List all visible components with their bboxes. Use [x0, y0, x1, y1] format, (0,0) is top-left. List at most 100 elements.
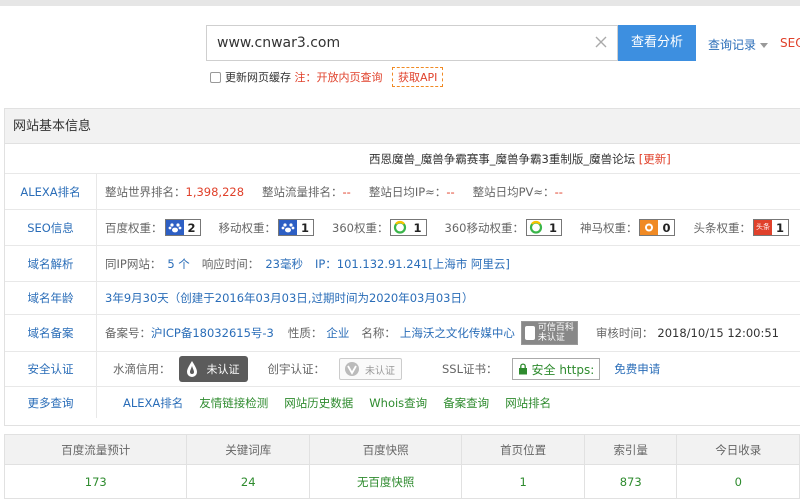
icp-label[interactable]: 域名备案 — [5, 315, 97, 351]
world-rank-value: 1,398,228 — [185, 184, 245, 199]
more-link-icp[interactable]: 备案查询 — [443, 395, 489, 411]
ip-label: IP： — [314, 256, 337, 271]
stats-header-row: 百度流量预计 关键词库 百度快照 首页位置 索引量 今日收录 — [3, 434, 800, 465]
toutiao-weight-label: 头条权重： — [693, 220, 751, 235]
kexin-baike-badge[interactable]: 可信百科 未认证 — [520, 321, 578, 345]
s360-mobile-weight-label: 360移动权重： — [444, 220, 524, 235]
search-input[interactable] — [207, 26, 587, 60]
more-link-whois[interactable]: Whois查询 — [369, 395, 427, 411]
shuidi-credit-value: 未认证 — [206, 363, 240, 376]
same-ip-value[interactable]: 5 个 — [167, 256, 189, 272]
mobile-weight-label: 移动权重： — [218, 220, 277, 235]
stats-value[interactable]: 0 — [676, 464, 800, 499]
response-time-value: 23毫秒 — [265, 256, 303, 271]
shenma-weight-badge[interactable]: 0 — [639, 219, 676, 236]
site-info-panel: 网站基本信息 西恩魔兽_魔兽争霸赛事_魔兽争霸3重制版_魔兽论坛 [更新] AL… — [4, 108, 800, 426]
security-label[interactable]: 安全认证 — [5, 352, 97, 386]
chuangyu-v-icon — [345, 362, 359, 376]
seo-row: SEO信息 百度权重： 2 移动权重： 1 360权重： 1 360移动权重： — [5, 210, 800, 246]
s360-mobile-weight-value: 1 — [548, 220, 557, 235]
icp-audit-label: 审核时间： — [595, 326, 654, 340]
more-query-label[interactable]: 更多查询 — [5, 387, 97, 418]
baidu-weight-badge[interactable]: 2 — [164, 219, 201, 236]
ssl-badge[interactable]: 安全 https: — [511, 358, 601, 380]
refresh-cache-label: 更新网页缓存 — [225, 71, 291, 84]
stats-value[interactable]: 无百度快照 — [308, 464, 463, 499]
traffic-rank-label: 整站流量排名： — [262, 184, 343, 199]
kexin-baike-top: 可信百科 — [537, 323, 574, 333]
refresh-cache-checkbox[interactable] — [210, 71, 221, 83]
dns-label[interactable]: 域名解析 — [5, 246, 97, 281]
water-drop-icon — [186, 361, 197, 377]
toutiao-logo-icon: 头条 — [753, 220, 772, 235]
toutiao-weight-value: 1 — [775, 220, 784, 235]
ssl-label: SSL证书： — [442, 362, 498, 376]
more-link-friend-links[interactable]: 友情链接检测 — [199, 395, 268, 411]
stats-header: 索引量 — [583, 434, 678, 465]
mobile-weight-badge[interactable]: 1 — [278, 219, 315, 236]
stats-header: 关键词库 — [186, 434, 310, 465]
stats-value[interactable]: 1 — [461, 464, 585, 499]
baidu-weight-value: 2 — [187, 220, 196, 235]
kexin-baike-bottom: 未认证 — [537, 333, 565, 343]
site-title-row: 西恩魔兽_魔兽争霸赛事_魔兽争霸3重制版_魔兽论坛 [更新] — [5, 144, 800, 174]
baidu-mobile-paw-icon — [279, 220, 298, 235]
seo-link[interactable]: SEO — [780, 36, 800, 50]
more-link-alexa[interactable]: ALEXA排名 — [123, 395, 183, 411]
chuangyu-value: 未认证 — [365, 365, 395, 377]
chuangyu-label: 创宇认证： — [267, 362, 326, 376]
stats-table: 百度流量预计 关键词库 百度快照 首页位置 索引量 今日收录 173 24 无百… — [3, 434, 800, 499]
inner-page-note[interactable]: 注：开放内页查询 — [295, 71, 383, 84]
same-ip-label: 同IP网站： — [105, 256, 162, 271]
icp-audit-value: 2018/10/15 12:00:51 — [657, 326, 779, 340]
ssl-value: 安全 https: — [531, 362, 595, 377]
s360-weight-value: 1 — [413, 220, 422, 235]
stats-value[interactable]: 873 — [583, 464, 678, 499]
traffic-rank-value: -- — [342, 184, 351, 199]
stats-header: 百度流量预计 — [3, 434, 188, 465]
s360-weight-label: 360权重： — [332, 220, 389, 235]
icp-no-value[interactable]: 沪ICP备18032615号-3 — [151, 325, 274, 341]
shuidi-credit-label: 水滴信用： — [113, 362, 171, 376]
get-api-button[interactable]: 获取API — [392, 67, 444, 87]
more-link-site-rank[interactable]: 网站排名 — [505, 395, 551, 411]
update-link[interactable]: [更新] — [639, 152, 671, 166]
shuidi-credit-badge[interactable]: 未认证 — [178, 356, 248, 382]
history-label: 查询记录 — [708, 38, 757, 52]
kexin-logo-icon — [524, 326, 535, 340]
stats-value[interactable]: 173 — [3, 464, 188, 499]
free-apply-link[interactable]: 免费申请 — [614, 361, 660, 377]
shenma-logo-icon — [640, 220, 659, 235]
query-history-link[interactable]: 查询记录 — [708, 36, 769, 53]
ip-value[interactable]: 101.132.91.241[上海市 阿里云] — [337, 256, 510, 272]
caret-down-icon — [760, 43, 769, 48]
chuangyu-badge[interactable]: 未认证 — [339, 358, 402, 380]
more-link-history[interactable]: 网站历史数据 — [284, 395, 353, 411]
stats-header: 今日收录 — [676, 434, 800, 465]
domain-age-value: 3年9月30天（创建于2016年03月03日,过期时间为2020年03月03日） — [105, 291, 474, 305]
more-query-row: 更多查询 ALEXA排名 友情链接检测 网站历史数据 Whois查询 备案查询 … — [5, 387, 800, 418]
360-logo-icon — [391, 220, 410, 235]
icp-name-value: 上海沃之文化传媒中心 — [399, 326, 515, 340]
s360-weight-badge[interactable]: 1 — [390, 219, 427, 236]
mobile-weight-value: 1 — [301, 220, 310, 235]
stats-value[interactable]: 24 — [186, 464, 310, 499]
search-box — [206, 25, 618, 61]
alexa-label[interactable]: ALEXA排名 — [5, 174, 97, 209]
search-button[interactable]: 查看分析 — [618, 25, 696, 61]
dns-row: 域名解析 同IP网站： 5 个 响应时间： 23毫秒 IP： 101.132.91.2… — [5, 246, 800, 282]
lock-icon — [518, 363, 527, 375]
security-row: 安全认证 水滴信用： 未认证 创宇认证： 未认证 SSL证书： 安全 https… — [5, 352, 800, 387]
daily-pv-label: 整站日均PV≈： — [472, 184, 555, 199]
domain-age-label[interactable]: 域名年龄 — [5, 282, 97, 314]
toutiao-weight-badge[interactable]: 头条 1 — [752, 219, 789, 236]
seo-label[interactable]: SEO信息 — [5, 210, 97, 245]
icp-name-label: 名称： — [361, 326, 396, 340]
close-icon[interactable] — [593, 34, 609, 50]
alexa-row: ALEXA排名 整站世界排名： 1,398,228 整站流量排名： -- 整站日均I… — [5, 174, 800, 210]
world-rank-label: 整站世界排名： — [105, 184, 186, 199]
top-strip — [0, 0, 800, 6]
domain-age-row: 域名年龄 3年9月30天（创建于2016年03月03日,过期时间为2020年03… — [5, 282, 800, 315]
site-title: 西恩魔兽_魔兽争霸赛事_魔兽争霸3重制版_魔兽论坛 — [369, 152, 636, 166]
s360-mobile-weight-badge[interactable]: 1 — [525, 219, 562, 236]
